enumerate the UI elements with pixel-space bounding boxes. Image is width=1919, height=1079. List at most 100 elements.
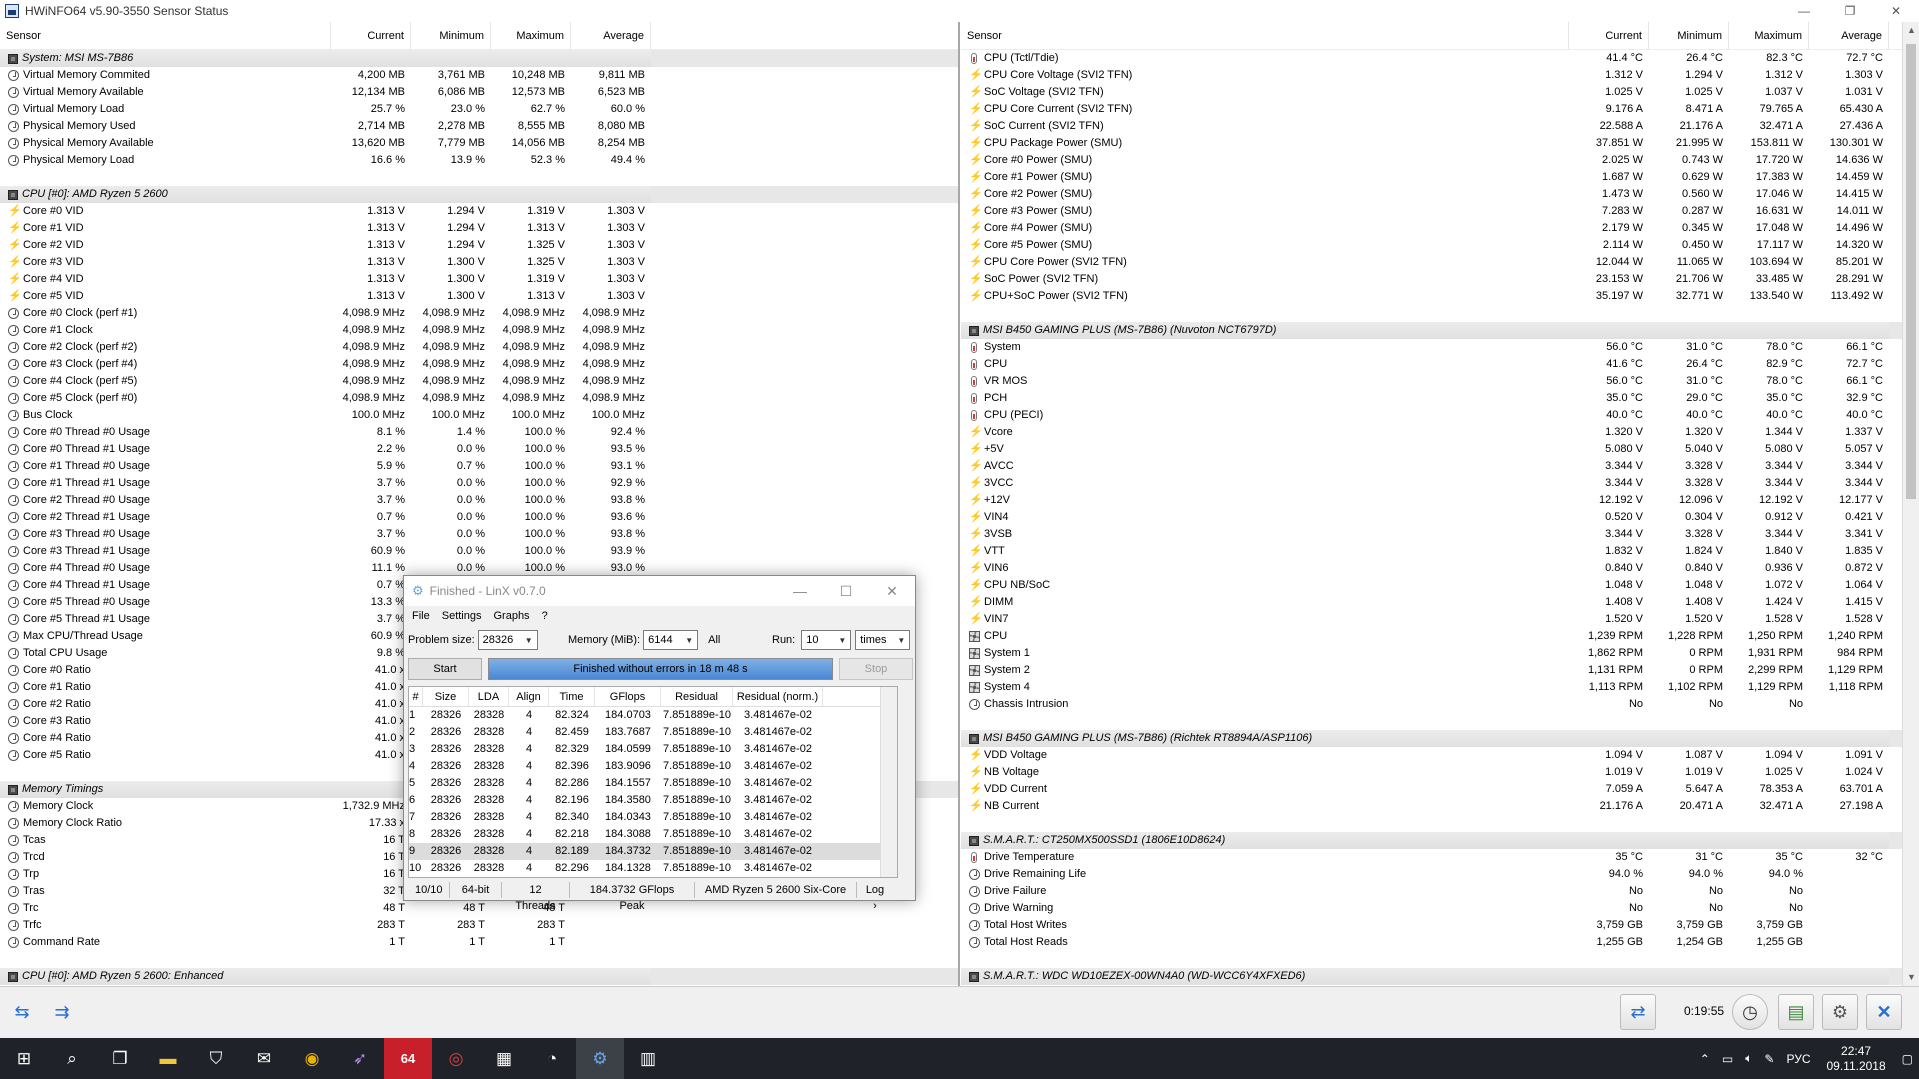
results-col-header[interactable]: LDA	[469, 687, 509, 706]
sensor-row[interactable]: Core #2 Clock (perf #2) 4,098.9 MHz 4,098.…	[0, 339, 958, 356]
memory-combo[interactable]: 6144 ▼	[643, 630, 699, 650]
col-minimum[interactable]: Minimum	[1649, 22, 1729, 49]
results-row[interactable]: 4 28326 28328 4 82.396 183.9096 7.851889e-10 3.…	[409, 758, 897, 775]
sensor-row[interactable]: Vcore 1.320 V 1.320 V 1.344 V 1.337 V	[961, 424, 1919, 441]
sensor-group-header[interactable]: CPU [#0]: AMD Ryzen 5 2600: Enhanced	[0, 968, 958, 985]
sensor-row[interactable]: VDD Current 7.059 A 5.647 A 78.353 A 63.701 …	[961, 781, 1919, 798]
results-col-header[interactable]: GFlops	[595, 687, 661, 706]
results-table[interactable]: # Size LDA Align Time GFlops Residual Residual …	[408, 686, 898, 878]
results-col-header[interactable]: Size	[423, 687, 469, 706]
results-row[interactable]: 5 28326 28328 4 82.286 184.1557 7.851889e-10 3.…	[409, 775, 897, 792]
sensor-row[interactable]: Core #2 Power (SMU) 1.473 W 0.560 W 17.046 …	[961, 186, 1919, 203]
col-maximum[interactable]: Maximum	[1729, 22, 1809, 49]
sensor-row[interactable]: 3VCC 3.344 V 3.328 V 3.344 V 3.344 V	[961, 475, 1919, 492]
sensor-row[interactable]: CPU Core Voltage (SVI2 TFN) 1.312 V 1.294 …	[961, 67, 1919, 84]
sensor-row[interactable]: SoC Voltage (SVI2 TFN) 1.025 V 1.025 V 1.03…	[961, 84, 1919, 101]
problem-size-combo[interactable]: 28326 ▼	[477, 630, 538, 650]
sensor-row[interactable]: DIMM 1.408 V 1.408 V 1.424 V 1.415 V	[961, 594, 1919, 611]
col-minimum[interactable]: Minimum	[411, 22, 491, 49]
sensor-row[interactable]: Core #0 Power (SMU) 2.025 W 0.743 W 17.720 …	[961, 152, 1919, 169]
sensor-row[interactable]: VIN4 0.520 V 0.304 V 0.912 V 0.421 V	[961, 509, 1919, 526]
sensor-row[interactable]: Core #2 Thread #1 Usage 0.7 % 0.0 % 100.0 %…	[0, 509, 958, 526]
language-indicator[interactable]: РУС	[1786, 1052, 1810, 1066]
sensor-row[interactable]: NB Voltage 1.019 V 1.019 V 1.025 V 1.024 V	[961, 764, 1919, 781]
sensor-row[interactable]: Core #2 Thread #0 Usage 3.7 % 0.0 % 100.0 %…	[0, 492, 958, 509]
sensor-row[interactable]: CPU NB/SoC 1.048 V 1.048 V 1.072 V 1.064 V	[961, 577, 1919, 594]
sensor-row[interactable]: Command Rate 1 T 1 T 1 T	[0, 934, 958, 951]
sensor-row[interactable]: VTT 1.832 V 1.824 V 1.840 V 1.835 V	[961, 543, 1919, 560]
sensor-row[interactable]: Chassis Intrusion No No No	[961, 696, 1919, 713]
sensor-row[interactable]: Physical Memory Load 16.6 % 13.9 % 52.3 % 49…	[0, 152, 958, 169]
linx-maximize-button[interactable]: ☐	[823, 576, 869, 606]
sensor-row[interactable]: Physical Memory Available 13,620 MB 7,779 …	[0, 135, 958, 152]
col-average[interactable]: Average	[571, 22, 651, 49]
results-row[interactable]: 6 28326 28328 4 82.196 184.3580 7.851889e-10 3.…	[409, 792, 897, 809]
col-current[interactable]: Current	[331, 22, 411, 49]
sensor-row[interactable]: Virtual Memory Available 12,134 MB 6,086 M…	[0, 84, 958, 101]
calculator-icon[interactable]: ▦	[480, 1038, 528, 1079]
results-col-header[interactable]: Time	[549, 687, 595, 706]
sensor-row[interactable]: CPU 41.6 °C 26.4 °C 82.9 °C 72.7 °C	[961, 356, 1919, 373]
sensor-row[interactable]: Core #5 Clock (perf #0) 4,098.9 MHz 4,098.…	[0, 390, 958, 407]
sensor-row[interactable]: Core #3 Power (SMU) 7.283 W 0.287 W 16.631 …	[961, 203, 1919, 220]
close-button[interactable]: ✕	[1873, 0, 1919, 22]
sensor-row[interactable]: VDD Voltage 1.094 V 1.087 V 1.094 V 1.091 V	[961, 747, 1919, 764]
sensor-row[interactable]: Core #2 VID 1.313 V 1.294 V 1.325 V 1.303 V	[0, 237, 958, 254]
sensor-row[interactable]: Trc 48 T 48 T 48 T	[0, 900, 958, 917]
network-icon[interactable]: ▭	[1722, 1052, 1733, 1066]
sensor-row[interactable]: Core #1 Clock 4,098.9 MHz 4,098.9 MHz 4,098…	[0, 322, 958, 339]
vertical-scrollbar[interactable]: ▲ ▼	[1902, 22, 1919, 986]
store-bag-icon[interactable]: ⛉	[192, 1038, 240, 1079]
sensor-row[interactable]: System 2 1,131 RPM 0 RPM 2,299 RPM 1,129 RPM	[961, 662, 1919, 679]
sensor-row[interactable]: +12V 12.192 V 12.096 V 12.192 V 12.177 V	[961, 492, 1919, 509]
sensor-row[interactable]: Core #3 Thread #1 Usage 60.9 % 0.0 % 100.0 …	[0, 543, 958, 560]
stopwatch-icon[interactable]: ◷	[1732, 994, 1768, 1030]
nav-left-arrows-icon[interactable]: ⇆	[4, 994, 40, 1030]
sensor-row[interactable]: CPU 1,239 RPM 1,228 RPM 1,250 RPM 1,240 RPM	[961, 628, 1919, 645]
search-icon[interactable]: ⌕	[48, 1038, 96, 1079]
sensor-row[interactable]: +5V 5.080 V 5.040 V 5.080 V 5.057 V	[961, 441, 1919, 458]
settings-gear-icon[interactable]: ⚙	[1822, 994, 1858, 1030]
results-col-header[interactable]: Residual	[661, 687, 733, 706]
sensor-row[interactable]: System 56.0 °C 31.0 °C 78.0 °C 66.1 °C	[961, 339, 1919, 356]
switch-layout-icon[interactable]: ⇄	[1620, 994, 1656, 1030]
menu-help[interactable]: ?	[542, 610, 548, 622]
scroll-up-arrow-icon[interactable]: ▲	[1903, 22, 1919, 39]
sensor-row[interactable]: System 4 1,113 RPM 1,102 RPM 1,129 RPM 1,118…	[961, 679, 1919, 696]
sensor-row[interactable]: Virtual Memory Load 25.7 % 23.0 % 62.7 % 60.…	[0, 101, 958, 118]
linx-close-button[interactable]: ✕	[869, 576, 915, 606]
sensor-row[interactable]: Core #1 Thread #0 Usage 5.9 % 0.7 % 100.0 %…	[0, 458, 958, 475]
sensor-row[interactable]: Bus Clock 100.0 MHz 100.0 MHz 100.0 MHz 100.…	[0, 407, 958, 424]
sensor-row[interactable]: NB Current 21.176 A 20.471 A 32.471 A 27.198…	[961, 798, 1919, 815]
sensor-group-header[interactable]: System: MSI MS-7B86	[0, 50, 958, 67]
sensor-row[interactable]: SoC Power (SVI2 TFN) 23.153 W 21.706 W 33.4…	[961, 271, 1919, 288]
sensor-row[interactable]: PCH 35.0 °C 29.0 °C 35.0 °C 32.9 °C	[961, 390, 1919, 407]
sensor-row[interactable]: Core #4 Power (SMU) 2.179 W 0.345 W 17.048 …	[961, 220, 1919, 237]
sensor-row[interactable]: CPU Core Current (SVI2 TFN) 9.176 A 8.471 …	[961, 101, 1919, 118]
sensor-row[interactable]: Core #1 VID 1.313 V 1.294 V 1.313 V 1.303 V	[0, 220, 958, 237]
sensor-row[interactable]: Core #0 VID 1.313 V 1.294 V 1.319 V 1.303 V	[0, 203, 958, 220]
sensor-group-header[interactable]: MSI B450 GAMING PLUS (MS-7B86) (Nuvoton …	[961, 322, 1919, 339]
pen-icon[interactable]: ✎	[1764, 1052, 1774, 1066]
sensor-row[interactable]: 3VSB 3.344 V 3.328 V 3.344 V 3.341 V	[961, 526, 1919, 543]
results-col-header[interactable]: #	[409, 687, 423, 706]
results-row[interactable]: 10 28326 28328 4 82.296 184.1328 7.851889e-10 3…	[409, 860, 897, 877]
col-maximum[interactable]: Maximum	[491, 22, 571, 49]
results-scrollbar[interactable]	[880, 687, 897, 877]
sensor-row[interactable]: Total Host Reads 1,255 GB 1,254 GB 1,255 GB	[961, 934, 1919, 951]
feather-app-icon[interactable]: ➶	[336, 1038, 384, 1079]
sensor-row[interactable]: Drive Remaining Life 94.0 % 94.0 % 94.0 %	[961, 866, 1919, 883]
sensor-row[interactable]: Drive Failure No No No	[961, 883, 1919, 900]
sensor-row[interactable]: SoC Current (SVI2 TFN) 22.588 A 21.176 A 32…	[961, 118, 1919, 135]
sensor-row[interactable]: Core #3 Clock (perf #4) 4,098.9 MHz 4,098.…	[0, 356, 958, 373]
start-windows-icon[interactable]: ⊞	[0, 1038, 48, 1079]
sensor-row[interactable]: CPU+SoC Power (SVI2 TFN) 35.197 W 32.771 W…	[961, 288, 1919, 305]
start-button[interactable]: Start	[408, 658, 482, 680]
clock-app-icon[interactable]: ◔	[528, 1038, 576, 1079]
add-log-icon[interactable]: ▤	[1778, 994, 1814, 1030]
col-sensor[interactable]: Sensor	[961, 22, 1569, 49]
sensor-row[interactable]: Core #4 VID 1.313 V 1.300 V 1.319 V 1.303 V	[0, 271, 958, 288]
scroll-down-arrow-icon[interactable]: ▼	[1903, 969, 1919, 986]
results-row[interactable]: 3 28326 28328 4 82.329 184.0599 7.851889e-10 3.…	[409, 741, 897, 758]
sensor-row[interactable]: VR MOS 56.0 °C 31.0 °C 78.0 °C 66.1 °C	[961, 373, 1919, 390]
